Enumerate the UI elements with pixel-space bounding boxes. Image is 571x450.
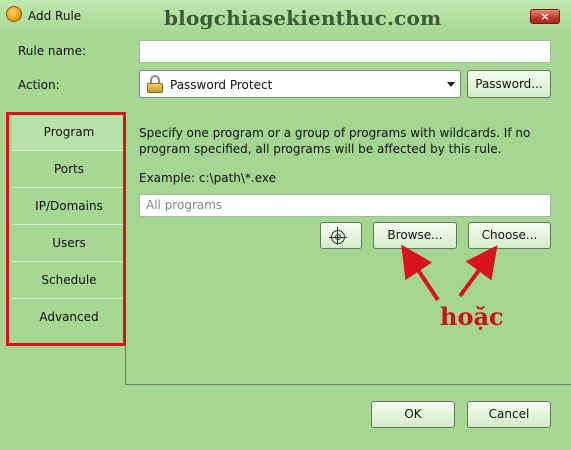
arrow-to-browse xyxy=(401,244,440,302)
ok-button[interactable]: OK xyxy=(371,401,455,428)
annotation-arrows xyxy=(401,244,498,302)
annotation-label: hoặc xyxy=(440,302,504,331)
cancel-button[interactable]: Cancel xyxy=(467,401,551,428)
arrow-to-choose xyxy=(458,245,498,298)
